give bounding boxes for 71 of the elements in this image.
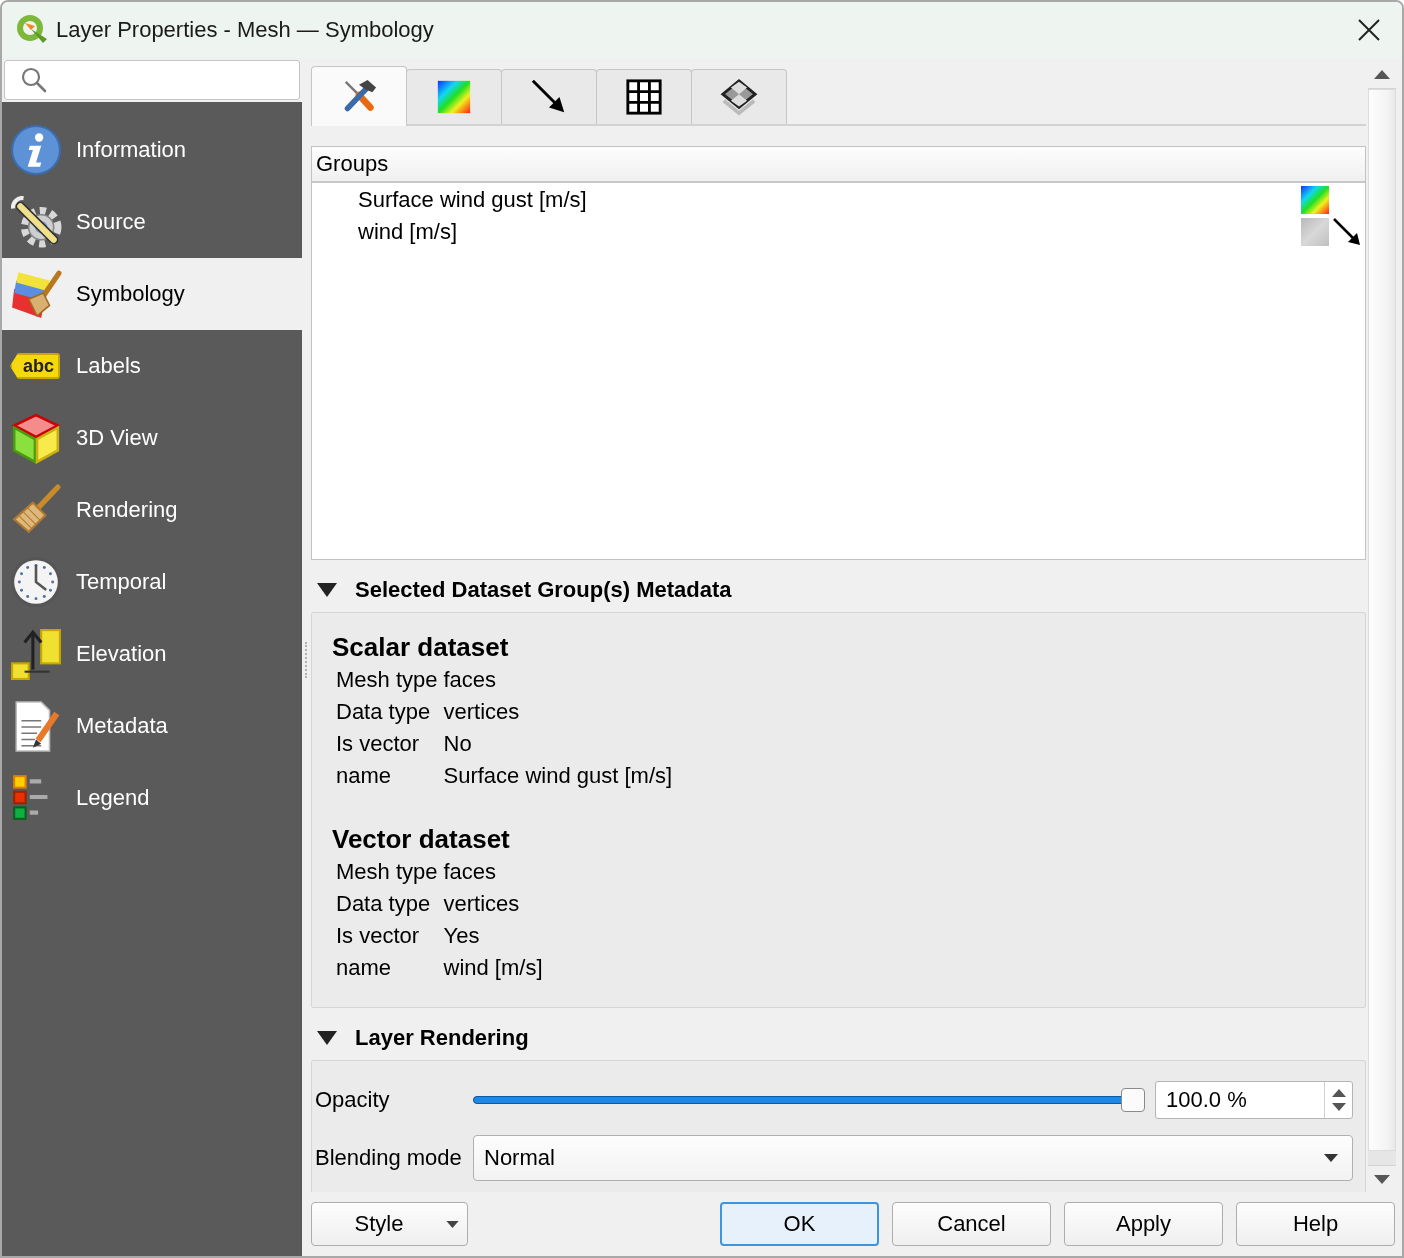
metadata-label: Mesh type xyxy=(336,858,438,886)
sidebar-item[interactable]: Source xyxy=(2,186,302,258)
cube-icon xyxy=(10,412,62,464)
metadata-value: vertices xyxy=(443,698,521,726)
rendering-section-header[interactable]: Layer Rendering xyxy=(311,1024,1366,1052)
scroll-down-icon xyxy=(1374,1174,1390,1184)
metadata-value: faces xyxy=(443,858,498,886)
dataset-group-item[interactable]: wind [m/s] xyxy=(312,216,1365,248)
sidebar-item[interactable]: Elevation xyxy=(2,618,302,690)
info-icon xyxy=(10,124,62,176)
dataset-group-item[interactable]: Surface wind gust [m/s] xyxy=(312,184,1365,216)
metadata-label: Is vector xyxy=(336,922,421,950)
brush-layers-icon xyxy=(10,268,62,320)
sidebar-item[interactable]: 3D View xyxy=(2,402,302,474)
app-logo-icon xyxy=(16,14,48,46)
blending-mode-label: Blending mode xyxy=(315,1145,462,1171)
slider-handle[interactable] xyxy=(1121,1088,1145,1112)
metadata-value: Surface wind gust [m/s] xyxy=(443,762,673,790)
metadata-label: Is vector xyxy=(336,730,421,758)
blending-mode-dropdown[interactable]: Normal xyxy=(473,1135,1353,1181)
metadata-value: No xyxy=(443,730,473,758)
dataset-heading: Vector dataset xyxy=(332,823,511,856)
metadata-label: name xyxy=(336,954,393,982)
search-field[interactable] xyxy=(4,60,300,100)
diagonal-arrow-icon[interactable] xyxy=(1333,218,1361,246)
grid-icon xyxy=(625,78,663,116)
spin-down-icon[interactable] xyxy=(1331,1103,1346,1111)
opacity-slider[interactable] xyxy=(473,1088,1145,1112)
caret-down-icon xyxy=(446,1220,459,1228)
caret-down-icon xyxy=(1324,1154,1338,1162)
dataset-heading: Scalar dataset xyxy=(332,631,510,664)
color-gradient-icon xyxy=(435,78,473,116)
splitter-handle[interactable] xyxy=(305,642,307,678)
elevation-arrow-icon xyxy=(10,628,62,680)
sidebar-item[interactable]: Metadata xyxy=(2,690,302,762)
metadata-label: Data type xyxy=(336,698,432,726)
close-icon xyxy=(1358,19,1380,41)
sidebar-item[interactable]: Rendering xyxy=(2,474,302,546)
scroll-up-icon xyxy=(1374,69,1390,79)
sidebar-item[interactable]: Symbology xyxy=(2,258,302,330)
tree-header: Groups xyxy=(312,147,1365,183)
label-tag: abc xyxy=(10,353,61,379)
sidebar-item[interactable]: Temporal xyxy=(2,546,302,618)
spin-up-icon[interactable] xyxy=(1331,1089,1346,1097)
metadata-value: faces xyxy=(443,666,498,694)
dialog-button[interactable]: OK xyxy=(720,1202,879,1246)
metadata-value: vertices xyxy=(443,890,521,918)
brush-icon xyxy=(10,484,62,536)
opacity-spin-field[interactable]: 100.0 % xyxy=(1155,1081,1353,1119)
tab[interactable] xyxy=(596,69,692,124)
metadata-value: Yes xyxy=(443,922,481,950)
metadata-label: Mesh type xyxy=(336,666,438,694)
sidebar-item[interactable]: Legend xyxy=(2,762,302,834)
metadata-value: wind [m/s] xyxy=(443,954,543,982)
dialog-button[interactable]: Apply xyxy=(1064,1202,1223,1246)
style-menu-button[interactable]: Style xyxy=(311,1202,468,1246)
dialog-button[interactable]: Cancel xyxy=(892,1202,1051,1246)
sidebar-item[interactable]: abc Labels xyxy=(2,330,302,402)
window-title: Layer Properties - Mesh — Symbology xyxy=(56,17,435,43)
metadata-label: name xyxy=(336,762,393,790)
tab[interactable] xyxy=(501,69,597,124)
layers-icon xyxy=(720,78,758,116)
gear-wrench-icon xyxy=(10,196,62,248)
sidebar-item[interactable]: Information xyxy=(2,114,302,186)
dialog-button[interactable]: Help xyxy=(1236,1202,1395,1246)
opacity-label: Opacity xyxy=(315,1087,390,1113)
tab[interactable] xyxy=(691,69,787,124)
gradient-swatch-icon[interactable] xyxy=(1301,186,1329,214)
metadata-section-header[interactable]: Selected Dataset Group(s) Metadata xyxy=(311,576,1366,604)
metadata-label: Data type xyxy=(336,890,432,918)
search-icon xyxy=(21,67,47,93)
